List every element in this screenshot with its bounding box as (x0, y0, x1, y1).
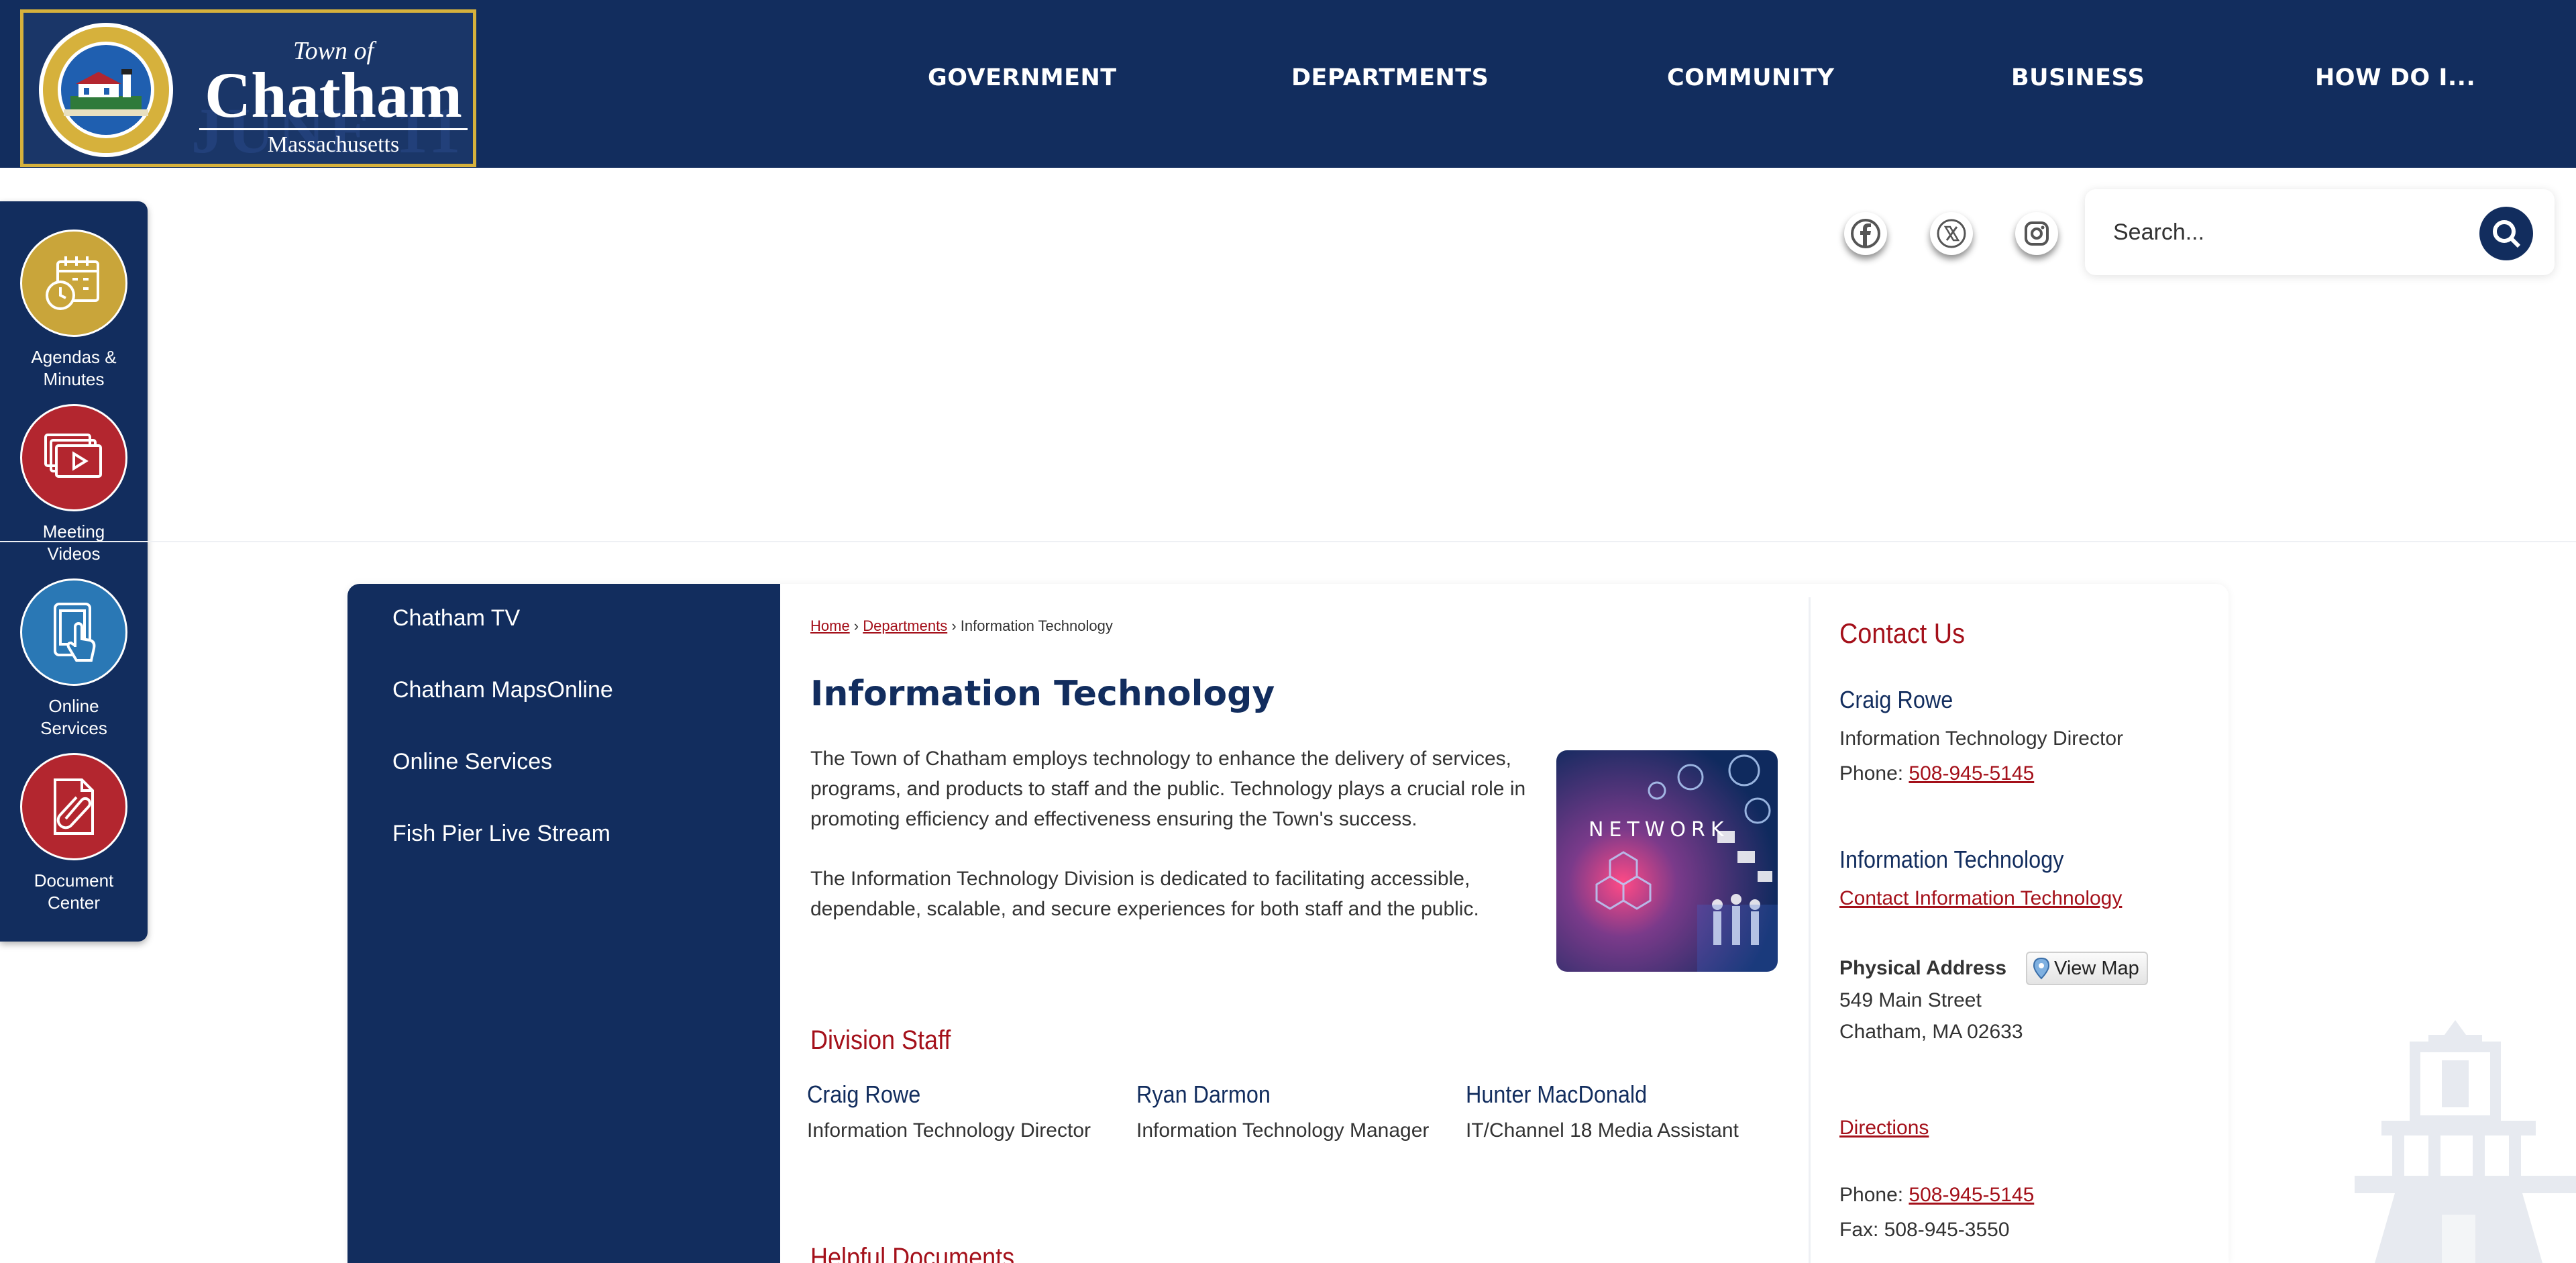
nav-how-do-i[interactable]: HOW DO I... (2315, 64, 2475, 91)
x-twitter-icon (1937, 219, 1966, 248)
contact-us-heading: Contact Us (1839, 617, 1965, 649)
quick-link-agendas-minutes[interactable]: Agendas & Minutes (0, 230, 148, 391)
contact-person-name: Craig Rowe (1839, 686, 1953, 713)
helpful-documents-heading: Helpful Documents (810, 1243, 1015, 1263)
contact-department-link[interactable]: Contact Information Technology (1839, 887, 2122, 909)
left-nav-chatham-mapsonline[interactable]: Chatham MapsOnline (392, 677, 613, 703)
quick-link-label: Online Services (40, 696, 107, 738)
staff-member: Craig Rowe Information Technology Direct… (807, 1080, 1091, 1142)
nav-departments[interactable]: DEPARTMENTS (1291, 64, 1489, 91)
main-navigation: GOVERNMENT DEPARTMENTS COMMUNITY BUSINES… (892, 0, 2502, 158)
video-play-icon (44, 434, 102, 478)
nav-business[interactable]: BUSINESS (2011, 64, 2145, 91)
address-city: Chatham, MA 02633 (1839, 1021, 2023, 1043)
contact-person-title: Information Technology Director (1839, 727, 2123, 750)
breadcrumb-home-link[interactable]: Home (810, 617, 850, 634)
directions-link[interactable]: Directions (1839, 1117, 1929, 1139)
search-button[interactable] (2479, 207, 2533, 260)
calendar-clock-icon (46, 256, 99, 310)
contact-department-name: Information Technology (1839, 846, 2064, 873)
staff-title: Information Technology Manager (1136, 1119, 1430, 1142)
contact-phone-link[interactable]: 508-945-5145 (1909, 762, 2034, 785)
logo-town-name: Chatham (199, 63, 468, 130)
facebook-link[interactable] (1844, 212, 1887, 255)
view-map-label: View Map (2054, 957, 2139, 979)
intro-paragraph: The Information Technology Division is d… (810, 868, 1479, 920)
logo-state: Massachusetts (267, 132, 400, 157)
contact-phone-2: Phone: 508-945-5145 (1839, 1184, 2035, 1206)
facebook-icon (1851, 219, 1880, 248)
quick-link-label: Agendas & Minutes (31, 347, 117, 389)
left-nav-fish-pier-live-stream[interactable]: Fish Pier Live Stream (392, 821, 610, 847)
secondary-navigation: Chatham TV Chatham MapsOnline Online Ser… (347, 584, 780, 1263)
quick-links-panel: Agendas & Minutes Meeting Videos Online … (0, 201, 148, 942)
network-technology-image: NETWORK (1556, 750, 1778, 972)
site-header: JUNE 11 Town of Chatham Massachusetts GO… (0, 0, 2576, 168)
search-icon (2493, 220, 2521, 248)
contact-phone: Phone: 508-945-5145 (1839, 762, 2035, 785)
page-title: Information Technology (810, 674, 1275, 714)
staff-name: Craig Rowe (807, 1080, 921, 1108)
town-seal-icon (39, 23, 173, 157)
division-staff-heading: Division Staff (810, 1025, 951, 1055)
town-logo[interactable]: JUNE 11 Town of Chatham Massachusetts (20, 9, 476, 167)
staff-title: Information Technology Director (807, 1119, 1091, 1142)
left-nav-online-services[interactable]: Online Services (392, 749, 552, 775)
staff-title: IT/Channel 18 Media Assistant (1466, 1119, 1739, 1142)
staff-member: Hunter MacDonald IT/Channel 18 Media Ass… (1466, 1080, 1739, 1142)
search-bar (2085, 189, 2555, 275)
quick-link-document-center[interactable]: Document Center (0, 753, 148, 914)
quick-link-online-services[interactable]: Online Services (0, 578, 148, 740)
search-input[interactable] (2113, 211, 2475, 254)
staff-name: Hunter MacDonald (1466, 1080, 1648, 1108)
x-twitter-link[interactable] (1930, 212, 1973, 255)
tablet-touch-icon (54, 603, 96, 662)
nav-government[interactable]: GOVERNMENT (928, 64, 1117, 91)
map-pin-icon (2033, 957, 2050, 980)
contact-phone-2-link[interactable]: 508-945-5145 (1909, 1184, 2034, 1206)
breadcrumb: Home › Departments › Information Technol… (810, 617, 1113, 634)
address-street: 549 Main Street (1839, 989, 1982, 1011)
view-map-button[interactable]: View Map (2026, 952, 2148, 985)
instagram-link[interactable] (2015, 212, 2058, 255)
image-network-text: NETWORK (1589, 818, 1729, 842)
section-divider (0, 541, 2576, 542)
instagram-icon (2025, 221, 2049, 246)
contact-fax: Fax: 508-945-3550 (1839, 1219, 2010, 1241)
physical-address-label: Physical Address (1839, 957, 2007, 979)
document-clip-icon (54, 778, 94, 835)
breadcrumb-current: Information Technology (960, 617, 1113, 634)
quick-link-label: Document Center (34, 870, 114, 913)
staff-member: Ryan Darmon Information Technology Manag… (1136, 1080, 1429, 1142)
nav-community[interactable]: COMMUNITY (1667, 64, 1835, 91)
left-nav-chatham-tv[interactable]: Chatham TV (392, 605, 520, 632)
intro-paragraph: The Town of Chatham employs technology t… (810, 748, 1526, 830)
lighthouse-watermark-icon (2355, 1020, 2576, 1263)
contact-divider (1809, 597, 1811, 1263)
quick-link-label: Meeting Videos (42, 521, 105, 564)
staff-name: Ryan Darmon (1136, 1080, 1271, 1108)
breadcrumb-departments-link[interactable]: Departments (863, 617, 947, 634)
